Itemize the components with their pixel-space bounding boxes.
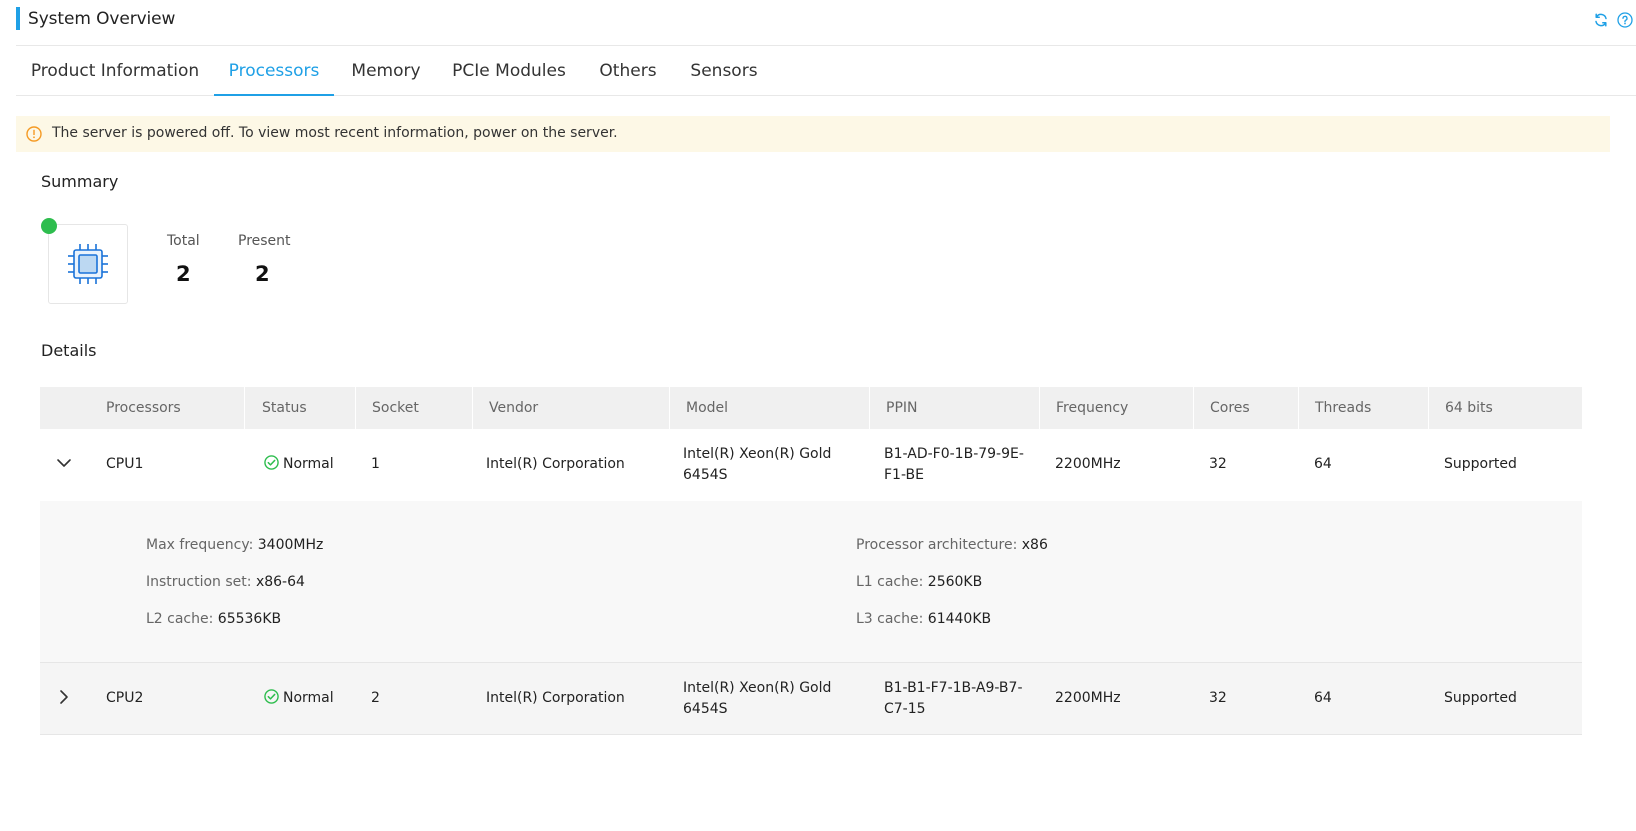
- tab-bar: Product Information Processors Memory PC…: [16, 46, 1636, 96]
- tab-product-information[interactable]: Product Information: [16, 46, 214, 96]
- socket-cell: 1: [371, 456, 380, 472]
- page-header: System Overview: [16, 0, 1636, 46]
- chevron-right-icon[interactable]: [54, 687, 74, 707]
- l1-cache-label: L1 cache: [856, 574, 919, 590]
- column-header-vendor: Vendor: [489, 400, 539, 416]
- ppin-line-1: B1-B1-F7-1B-A9-B7-: [884, 680, 1023, 696]
- alert-text: The server is powered off. To view most …: [52, 125, 618, 141]
- summary-status-dot: [41, 218, 57, 234]
- architecture-field: Processor architecture: x86: [856, 537, 1048, 553]
- l2-cache-field: L2 cache: 65536KB: [146, 611, 282, 627]
- column-header-status: Status: [262, 400, 307, 416]
- processor-name: CPU2: [106, 690, 144, 706]
- l3-cache-label: L3 cache: [856, 611, 919, 627]
- bits64-cell: Supported: [1444, 690, 1517, 706]
- ppin-line-2: F1-BE: [884, 467, 924, 483]
- total-label: Total: [167, 233, 200, 249]
- threads-cell: 64: [1314, 690, 1332, 706]
- tab-processors[interactable]: Processors: [214, 46, 334, 96]
- column-header-frequency: Frequency: [1056, 400, 1129, 416]
- architecture-value: x86: [1021, 537, 1048, 553]
- cores-cell: 32: [1209, 456, 1227, 472]
- column-header-cores: Cores: [1210, 400, 1250, 416]
- processor-summary-card: [48, 224, 128, 304]
- instruction-set-label: Instruction set: [146, 574, 247, 590]
- status-text: Normal: [283, 690, 334, 706]
- details-title: Details: [41, 341, 97, 360]
- ppin-line-2: C7-15: [884, 701, 926, 717]
- ppin-cell: B1-AD-F0-1B-79-9E- F1-BE: [884, 444, 1024, 486]
- l3-cache-value: 61440KB: [927, 611, 992, 627]
- summary-title: Summary: [41, 172, 119, 191]
- cpu1-detail-panel: Max frequency: 3400MHz Instruction set: …: [40, 501, 1582, 663]
- table-row: CPU1 Normal 1 Intel(R) Corporation Intel…: [40, 429, 1582, 501]
- instruction-set-field: Instruction set: x86-64: [146, 574, 305, 590]
- tab-sensors[interactable]: Sensors: [676, 46, 772, 96]
- column-header-socket: Socket: [372, 400, 419, 416]
- frequency-cell: 2200MHz: [1055, 690, 1121, 706]
- present-label: Present: [238, 233, 291, 249]
- socket-cell: 2: [371, 690, 380, 706]
- column-header-64-bits: 64 bits: [1445, 400, 1493, 416]
- model-cell: Intel(R) Xeon(R) Gold 6454S: [683, 678, 831, 720]
- instruction-set-value: x86-64: [255, 574, 305, 590]
- l2-cache-label: L2 cache: [146, 611, 209, 627]
- l1-cache-field: L1 cache: 2560KB: [856, 574, 983, 590]
- cores-cell: 32: [1209, 690, 1227, 706]
- check-circle-icon: [264, 689, 279, 704]
- page-title: System Overview: [28, 9, 176, 29]
- bits64-cell: Supported: [1444, 456, 1517, 472]
- table-header: Processors Status Socket Vendor Model PP…: [40, 387, 1582, 429]
- refresh-icon[interactable]: [1593, 12, 1609, 28]
- column-header-model: Model: [686, 400, 729, 416]
- help-icon[interactable]: [1617, 12, 1633, 28]
- threads-cell: 64: [1314, 456, 1332, 472]
- l2-cache-value: 65536KB: [217, 611, 282, 627]
- column-header-processors: Processors: [106, 400, 181, 416]
- tab-pcie-modules[interactable]: PCIe Modules: [438, 46, 580, 96]
- check-circle-icon: [264, 455, 279, 470]
- column-header-ppin: PPIN: [886, 400, 918, 416]
- model-line-1: Intel(R) Xeon(R) Gold: [683, 680, 832, 696]
- max-frequency-value: 3400MHz: [257, 537, 324, 553]
- max-frequency-field: Max frequency: 3400MHz: [146, 537, 324, 553]
- l1-cache-value: 2560KB: [927, 574, 983, 590]
- max-frequency-label: Max frequency: [146, 537, 249, 553]
- processor-name: CPU1: [106, 456, 144, 472]
- power-off-alert: The server is powered off. To view most …: [16, 116, 1610, 152]
- model-line-1: Intel(R) Xeon(R) Gold: [683, 446, 832, 462]
- ppin-cell: B1-B1-F7-1B-A9-B7- C7-15: [884, 678, 1023, 720]
- status-cell: Normal: [264, 454, 334, 475]
- status-cell: Normal: [264, 688, 334, 709]
- chevron-down-icon[interactable]: [54, 453, 74, 473]
- ppin-line-1: B1-AD-F0-1B-79-9E-: [884, 446, 1024, 462]
- table-row: CPU2 Normal 2 Intel(R) Corporation Intel…: [40, 663, 1582, 735]
- model-cell: Intel(R) Xeon(R) Gold 6454S: [683, 444, 831, 486]
- model-line-2: 6454S: [683, 467, 728, 483]
- vendor-cell: Intel(R) Corporation: [486, 456, 625, 472]
- frequency-cell: 2200MHz: [1055, 456, 1121, 472]
- title-accent-bar: [16, 7, 20, 30]
- info-icon: [26, 126, 42, 142]
- present-value: 2: [255, 262, 270, 286]
- tab-others[interactable]: Others: [580, 46, 676, 96]
- cpu-chip-icon: [68, 244, 108, 284]
- l3-cache-field: L3 cache: 61440KB: [856, 611, 992, 627]
- total-value: 2: [176, 262, 191, 286]
- page: System Overview Product Information Proc…: [0, 0, 1636, 831]
- tab-memory[interactable]: Memory: [334, 46, 438, 96]
- status-text: Normal: [283, 456, 334, 472]
- model-line-2: 6454S: [683, 701, 728, 717]
- architecture-label: Processor architecture: [856, 537, 1013, 553]
- column-header-threads: Threads: [1315, 400, 1372, 416]
- vendor-cell: Intel(R) Corporation: [486, 690, 625, 706]
